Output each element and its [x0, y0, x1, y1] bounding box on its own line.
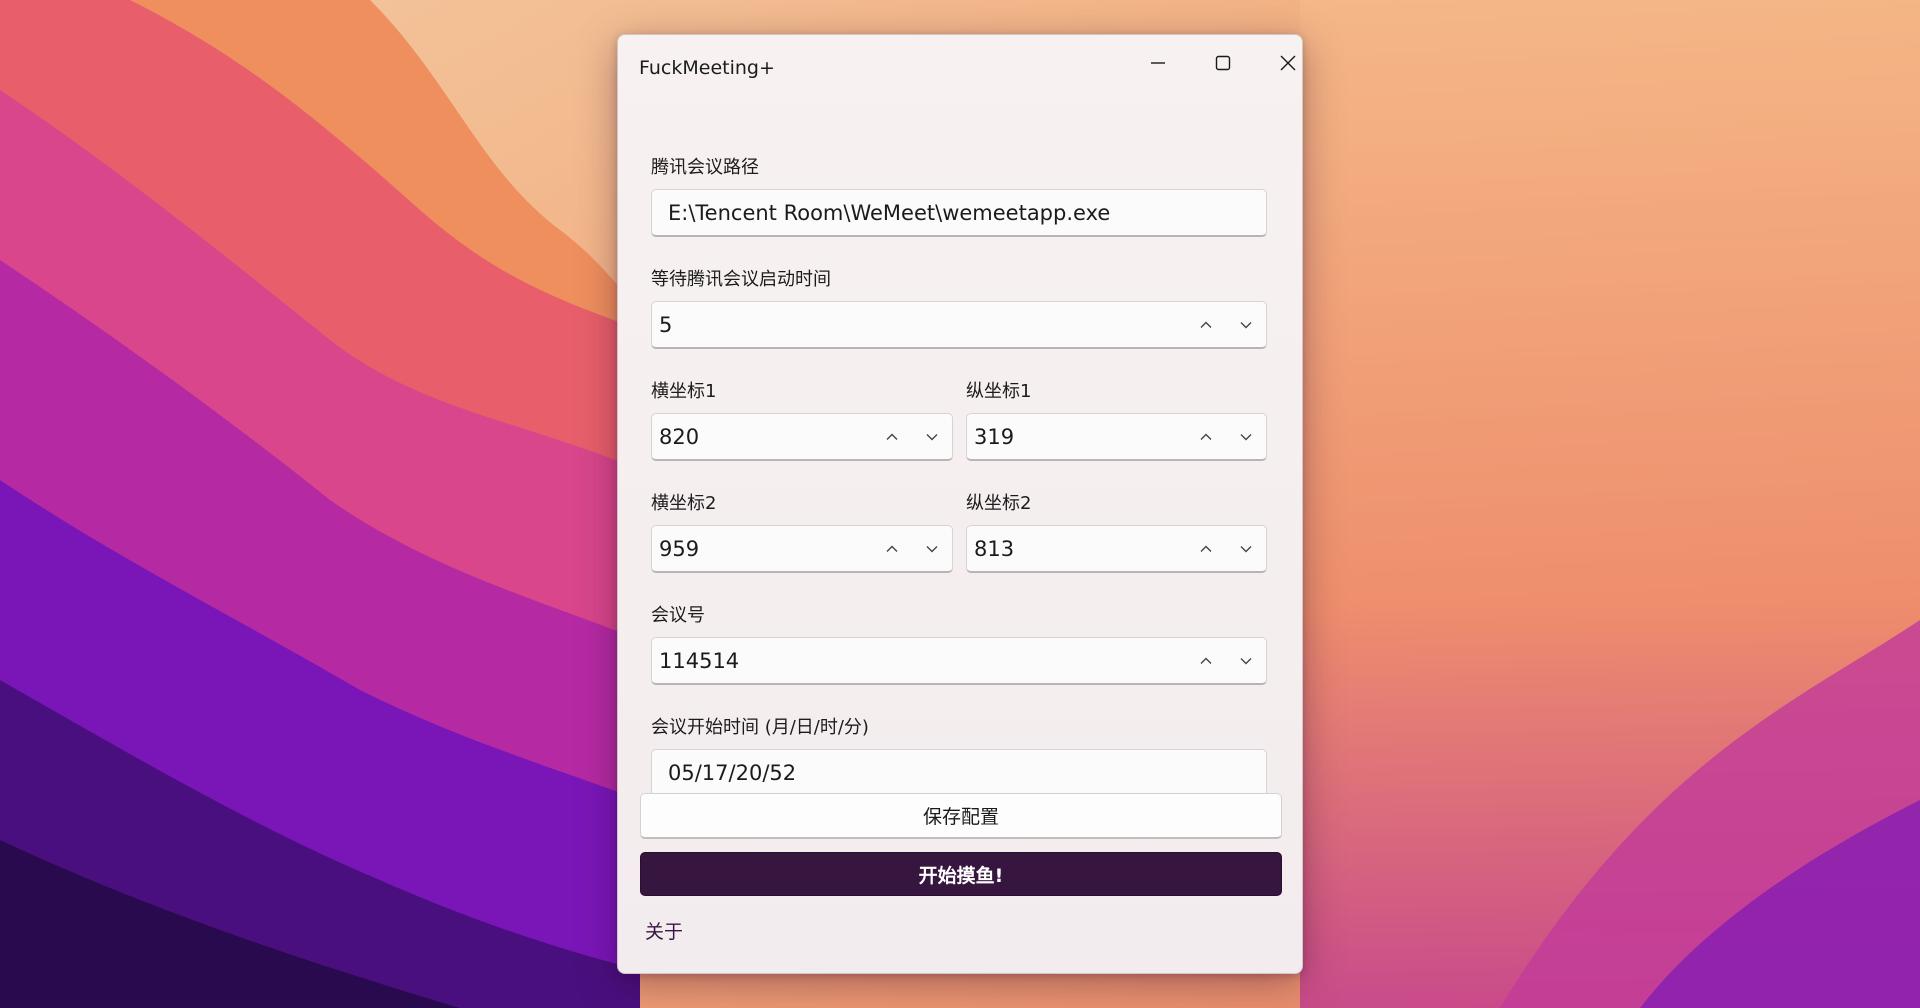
- x1-value[interactable]: 820: [652, 425, 872, 449]
- x1-decrement-button[interactable]: [912, 414, 952, 459]
- chevron-up-icon: [1200, 433, 1212, 440]
- y2-value[interactable]: 813: [967, 537, 1186, 561]
- minimize-icon: [1151, 62, 1165, 64]
- x1-stepper[interactable]: 820: [651, 413, 953, 461]
- start-time-value[interactable]: 05/17/20/52: [652, 761, 1266, 785]
- about-link[interactable]: 关于: [645, 917, 683, 944]
- y2-increment-button[interactable]: [1186, 526, 1226, 571]
- start-button-label: 开始摸鱼!: [918, 864, 1004, 887]
- wait-time-increment-button[interactable]: [1186, 302, 1226, 347]
- title-bar[interactable]: FuckMeeting+: [618, 35, 1302, 99]
- y1-increment-button[interactable]: [1186, 414, 1226, 459]
- minimize-button[interactable]: [1130, 43, 1186, 83]
- app-window: FuckMeeting+ 腾讯会议路径 E:\Tencent Room\WeMe…: [617, 34, 1303, 974]
- y2-label: 纵坐标2: [966, 493, 1032, 514]
- maximize-button[interactable]: [1195, 43, 1251, 83]
- x2-decrement-button[interactable]: [912, 526, 952, 571]
- x1-label: 横坐标1: [651, 381, 717, 402]
- close-icon: [1280, 55, 1296, 71]
- path-value[interactable]: E:\Tencent Room\WeMeet\wemeetapp.exe: [652, 201, 1266, 225]
- x2-increment-button[interactable]: [872, 526, 912, 571]
- start-time-field[interactable]: 05/17/20/52: [651, 749, 1267, 797]
- y1-stepper[interactable]: 319: [966, 413, 1267, 461]
- chevron-down-icon: [926, 433, 938, 440]
- y1-label: 纵坐标1: [966, 381, 1032, 402]
- chevron-down-icon: [1240, 545, 1252, 552]
- x2-stepper[interactable]: 959: [651, 525, 953, 573]
- wait-time-value[interactable]: 5: [652, 313, 1186, 337]
- meeting-id-increment-button[interactable]: [1186, 638, 1226, 683]
- path-label: 腾讯会议路径: [651, 157, 759, 178]
- chevron-up-icon: [1200, 545, 1212, 552]
- chevron-up-icon: [1200, 657, 1212, 664]
- y2-stepper[interactable]: 813: [966, 525, 1267, 573]
- y2-decrement-button[interactable]: [1226, 526, 1266, 571]
- y1-value[interactable]: 319: [967, 425, 1186, 449]
- chevron-up-icon: [886, 545, 898, 552]
- x2-label: 横坐标2: [651, 493, 717, 514]
- chevron-down-icon: [1240, 433, 1252, 440]
- save-config-label: 保存配置: [922, 806, 999, 828]
- chevron-down-icon: [1240, 657, 1252, 664]
- wait-time-label: 等待腾讯会议启动时间: [651, 269, 831, 290]
- chevron-up-icon: [886, 433, 898, 440]
- start-time-label: 会议开始时间 (月/日/时/分): [651, 717, 869, 738]
- wait-time-decrement-button[interactable]: [1226, 302, 1266, 347]
- x2-value[interactable]: 959: [652, 537, 872, 561]
- x1-increment-button[interactable]: [872, 414, 912, 459]
- chevron-down-icon: [926, 545, 938, 552]
- maximize-icon: [1215, 55, 1231, 71]
- y1-decrement-button[interactable]: [1226, 414, 1266, 459]
- chevron-up-icon: [1200, 321, 1212, 328]
- start-button[interactable]: 开始摸鱼!: [640, 852, 1282, 896]
- window-title: FuckMeeting+: [639, 57, 775, 79]
- path-field[interactable]: E:\Tencent Room\WeMeet\wemeetapp.exe: [651, 189, 1267, 237]
- meeting-id-decrement-button[interactable]: [1226, 638, 1266, 683]
- save-config-button[interactable]: 保存配置: [640, 793, 1282, 839]
- close-button[interactable]: [1260, 43, 1316, 83]
- meeting-id-label: 会议号: [651, 605, 705, 626]
- meeting-id-stepper[interactable]: 114514: [651, 637, 1267, 685]
- meeting-id-value[interactable]: 114514: [652, 649, 1186, 673]
- wait-time-stepper[interactable]: 5: [651, 301, 1267, 349]
- chevron-down-icon: [1240, 321, 1252, 328]
